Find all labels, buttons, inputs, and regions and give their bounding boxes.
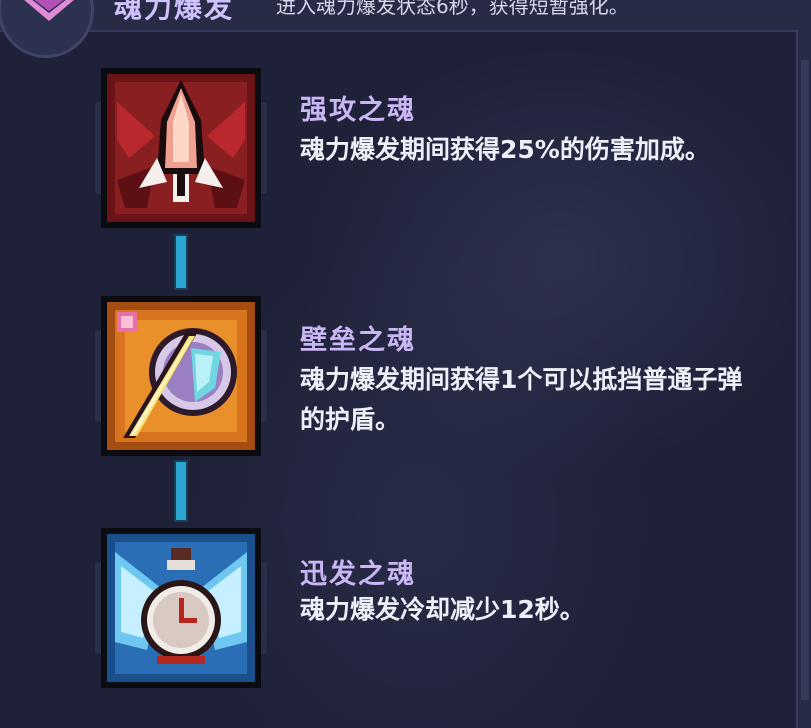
- skill-icon-2[interactable]: [95, 290, 267, 462]
- skill-icon-1[interactable]: [95, 62, 267, 234]
- header-bar: 魂力爆发 进入魂力爆发状态6秒，获得短暂强化。: [0, 0, 811, 58]
- skill-description-3: 魂力爆发冷却减少12秒。: [300, 595, 585, 624]
- skill-icon-3[interactable]: [95, 522, 267, 694]
- soul-burst-icon: [24, 0, 74, 21]
- skill-description-2: 魂力爆发期间获得1个可以抵挡普通子弹的护盾。: [300, 365, 743, 434]
- scrollbar[interactable]: [796, 30, 811, 728]
- skill-connector: [176, 462, 186, 520]
- skill-name-1: 强攻之魂: [300, 95, 416, 126]
- skill-connector: [176, 236, 186, 288]
- winged-clock-icon: [95, 528, 267, 688]
- scrollbar-thumb[interactable]: [801, 60, 809, 700]
- rocket-icon: [95, 68, 267, 228]
- header-description: 进入魂力爆发状态6秒，获得短暂强化。: [276, 0, 629, 18]
- skill-name-2: 壁垒之魂: [300, 325, 416, 356]
- talent-panel: 魂力爆发 进入魂力爆发状态6秒，获得短暂强化。 强攻之魂 魂力爆发期间获得25%…: [0, 0, 811, 728]
- shield-sword-icon: [95, 296, 267, 456]
- skill-name-3: 迅发之魂: [300, 559, 416, 590]
- header-badge: [0, 0, 94, 58]
- header-title: 魂力爆发: [114, 0, 235, 24]
- skill-description-1: 魂力爆发期间获得25%的伤害加成。: [300, 135, 710, 164]
